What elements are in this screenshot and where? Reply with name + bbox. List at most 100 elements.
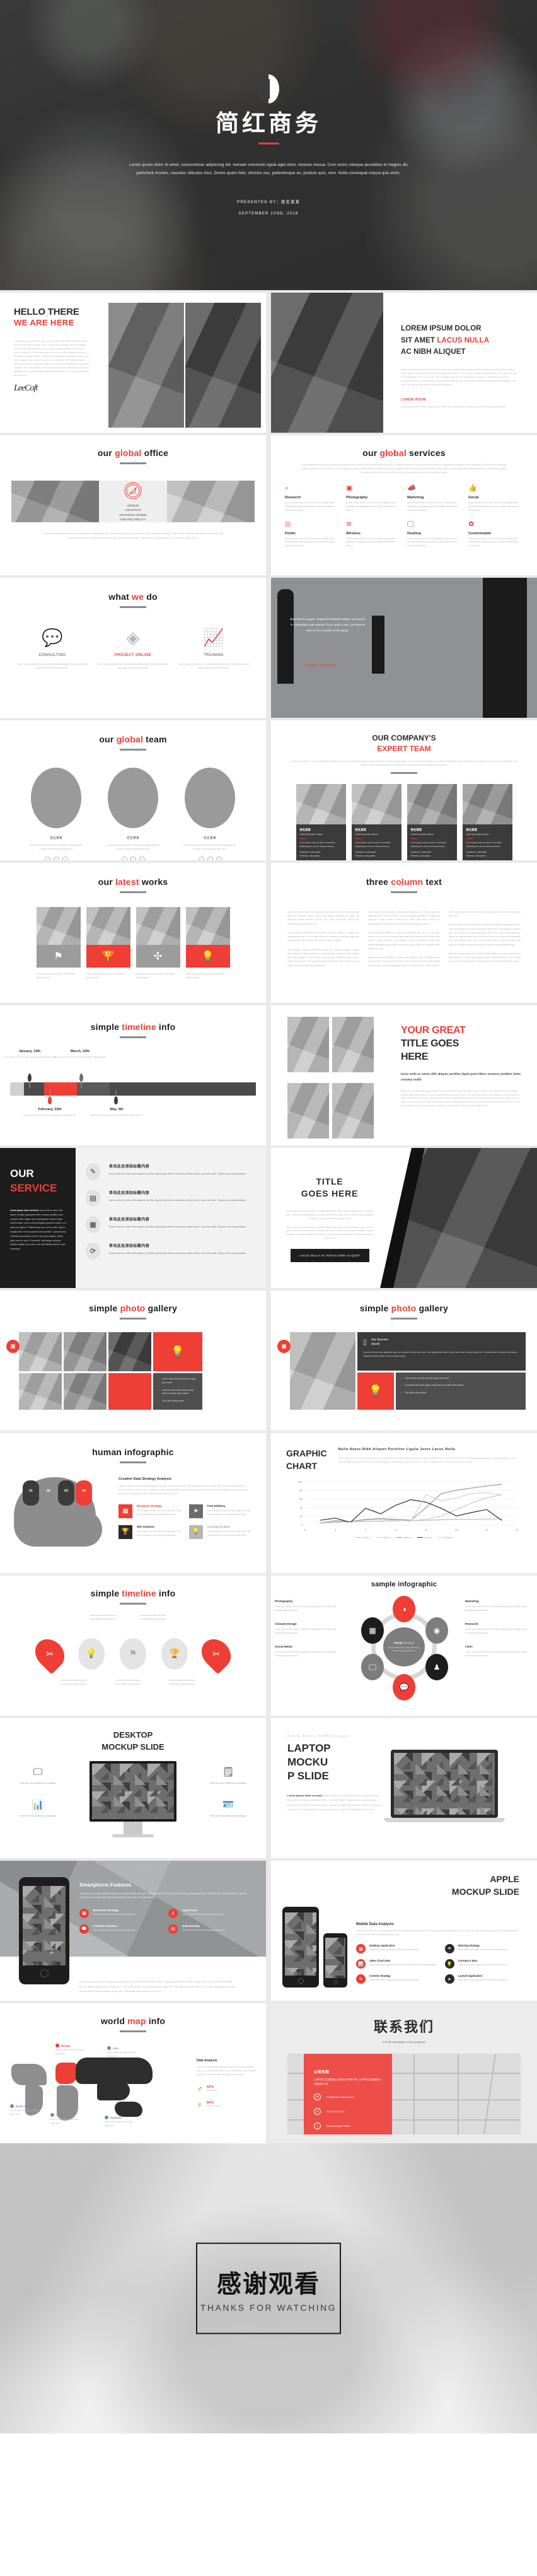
- block-desc: Lorem ipsum dolor sit amet, consectetur …: [465, 1651, 527, 1658]
- signature: LeeCoft: [14, 383, 38, 394]
- search-icon: ⌕: [285, 484, 289, 492]
- item-desc: Sugar plum muffin sugar plum bonbon bisc…: [369, 1948, 419, 1952]
- info-block: Research Lorem ipsum dolor sit amet, cons…: [465, 1622, 533, 1635]
- home-button-icon: [333, 1980, 338, 1985]
- chart-description: Lorem ipsum dolor sit amet, lacus nulla …: [338, 1457, 518, 1464]
- service-item: 👍 Social Donec at dolor netus. Fusce felis…: [468, 484, 523, 513]
- slide-row-4: our global team 姓名某某 Lorem ipsum dolor s…: [0, 718, 537, 860]
- line-chart: 0 20 40 60 80 100 0 2 4 6 8 10 12 14: [286, 1479, 522, 1535]
- card-links[interactable]: Facebook / unbounded Pinterest / unbound…: [411, 851, 453, 858]
- expert-card: 姓名某某 Chief Executive Officer Lorem ipsum d…: [351, 783, 401, 860]
- member-name: 姓名某某: [126, 836, 139, 840]
- twitter-icon[interactable]: t: [130, 856, 136, 860]
- contact-phone-row[interactable]: ✆ +123-1213-3214: [314, 2108, 382, 2116]
- gallery-photo: [19, 1373, 62, 1410]
- block-title: Marketing: [465, 1600, 479, 1603]
- contact-twitter-row[interactable]: t YourCompany-Twitter: [314, 2122, 382, 2130]
- info-block: Marketing Lorem ipsum dolor sit amet, con…: [465, 1600, 533, 1612]
- timeline2-caption: Lorem ipsum dolor sit amet, consectetuer…: [169, 1678, 195, 1686]
- contact-title: 联系我们: [373, 2019, 434, 2035]
- gallery-b-title: simple photo gallery: [359, 1303, 449, 1313]
- id-card-icon: 🪪: [222, 1800, 234, 1811]
- twitter-icon[interactable]: t: [207, 856, 213, 860]
- service-row: ⟳ 单击此处添加标题内容 lacus nulla ac netus nibh al…: [86, 1243, 250, 1260]
- row-title: 单击此处添加标题内容: [109, 1191, 150, 1195]
- slide-three-column-text: three column text Lorem ipsum dolor sit …: [271, 863, 537, 1003]
- contact-subtitle: It is the description of our progress: [383, 2040, 425, 2044]
- apple-devices: [282, 1907, 347, 1988]
- infographic-body: Liquorice chupa chups applicake apple pi…: [118, 1485, 248, 1495]
- feature-text: There are many variations of passages.: [19, 1781, 57, 1784]
- monitor-screen: [90, 1760, 176, 1822]
- thumbs-up-icon: 👍: [468, 484, 477, 492]
- timeline-event: March, 10th Lorem ipsum dolor sit amet, …: [53, 1050, 107, 1059]
- block-desc: Lorem ipsum dolor sit amet, consectetur …: [465, 1628, 527, 1635]
- card-desc: Lorem ipsum dolor sit amet, consectetur …: [355, 841, 391, 848]
- slide-your-great-title: YOUR GREAT TITLE GOES HERE lacus nulla a…: [271, 1005, 537, 1145]
- company-name: 公司名称: [314, 2071, 330, 2075]
- row-desc: lacus nulla ac netus nibh aliquet, portt…: [109, 1225, 246, 1228]
- behance-icon[interactable]: b: [216, 856, 222, 860]
- card-links[interactable]: Facebook / unbounded Pinterest / unbound…: [466, 851, 509, 858]
- feature-title: Data Backup: [182, 1924, 200, 1928]
- avatar: [31, 768, 81, 828]
- info-card: 💡 Concept & Ideas Lemon drops oat cake oat…: [189, 1525, 252, 1539]
- feature: 🗒 There are many variations of passages.: [200, 1766, 256, 1785]
- woman-icon: ♀: [197, 2099, 203, 2109]
- title-rule: [391, 771, 417, 774]
- service-name: Wireless: [346, 531, 361, 536]
- service-name: Customizable: [468, 531, 492, 536]
- paragraph: Aenean leo ligula porttitor eu consequat…: [449, 952, 521, 963]
- block-title: Research: [465, 1622, 478, 1626]
- lorem-body: Lorem ipsum dolor sit amet, lacus nulla …: [401, 368, 517, 386]
- stat-row: ♂ 42% Man Users: [197, 2085, 257, 2093]
- card-name: 姓名某某: [410, 828, 422, 831]
- card-links[interactable]: Facebook / unbounded Pinterest / unbound…: [355, 851, 398, 858]
- contact-panel: 公司名称 上海市徐汇区漕宝南业大路8座12号楼123号 上海市徐汇区漕宝南业大路…: [304, 2054, 392, 2134]
- apple-item: ☂ Winning Strategy Sugar plum muffin sugar…: [444, 1944, 526, 1954]
- contact-email-row[interactable]: ✉ mail@YourCompany.com: [314, 2093, 382, 2101]
- cta-button[interactable]: LACUS NULLA AC NETUS NIBH ALIQUET: [290, 1249, 369, 1263]
- facebook-icon[interactable]: f: [44, 856, 50, 860]
- text-column: Lorem ipsum dolor sit amet consectetuer …: [287, 910, 359, 973]
- slide-row-10: simple timeline info Lorem ipsum dolor s…: [0, 1573, 537, 1716]
- feature-title: Creative Solution: [93, 1924, 117, 1928]
- segment: 04: [76, 1480, 92, 1506]
- laptop-eyebrow: Nulla Netus Nibh Aliquet: [287, 1735, 350, 1738]
- smartphone-mockup: [19, 1877, 69, 1984]
- slide-contact-us: 联系我们 It is the description of our progre…: [271, 2003, 537, 2143]
- member-desc: Lorem ipsum dolor sit amet, consectetuer…: [29, 844, 83, 851]
- apple-body: Lemon drops oat cake oat cake sugar plum…: [356, 1929, 517, 1936]
- card-links[interactable]: Facebook / unbounded Pinterest / unbound…: [300, 851, 342, 858]
- edit-icon: ✎: [86, 1163, 100, 1180]
- service-desc: Donec at dolor netus. Fusce felis lectus…: [468, 501, 519, 512]
- facebook-icon[interactable]: f: [198, 856, 204, 860]
- success-card: ▯ Our Success Secret Liquorice chupa chup…: [357, 1332, 526, 1371]
- office-caption: UNIQUE LOGISTICS OFFERING SPEED AND RELI…: [119, 504, 147, 521]
- paragraph: Lorem ipsum dolor sit amet, consectetuer…: [368, 911, 440, 925]
- twitter-value: YourCompany-Twitter: [326, 2124, 350, 2128]
- title-rule: [120, 1461, 146, 1463]
- twitter-icon[interactable]: t: [53, 856, 59, 860]
- sample-infographic-title: sample infographic: [371, 1581, 437, 1588]
- team-member: 姓名某某 Lorem ipsum dolor sit amet, consect…: [183, 768, 237, 860]
- cover-date: SEPTEMBER 22ND, 2018: [238, 211, 299, 216]
- map-pin: Asia Lemon drops oat cake oat cake sugar…: [107, 2046, 136, 2058]
- service-name: Desktop: [407, 531, 422, 536]
- slide-laptop-mockup: Nulla Netus Nibh Aliquet LAPTOP MOCKU P SL…: [271, 1718, 537, 1858]
- behance-icon[interactable]: b: [62, 856, 68, 860]
- great-title-lead: lacus nulla ac netus nibh aliquet, portt…: [401, 1073, 522, 1082]
- what-we-do-title: what we do: [108, 592, 158, 602]
- facebook-icon[interactable]: f: [121, 856, 127, 860]
- event-date: February, 23th: [38, 1108, 62, 1111]
- expert-team-title: OUR COMPANY'S EXPERT TEAM: [372, 734, 436, 754]
- slide-row-12: Smartphone Features Liquorice chupa chup…: [0, 1858, 537, 2001]
- behance-icon[interactable]: b: [139, 856, 145, 860]
- apple-mockup-title: APPLE MOCKUP SLIDE: [451, 1874, 519, 1897]
- stat-row: ♀ 56% Women Users: [197, 2100, 257, 2109]
- apple-item: ➤ Launch Application Sugar plum muffin sug…: [444, 1974, 526, 1984]
- svg-text:12: 12: [485, 1528, 488, 1531]
- flag-icon: ⚑: [36, 945, 81, 968]
- work-caption: Lorem ipsum dolor sit amet, consectetuer…: [86, 973, 125, 980]
- wheel-hub: Social Strategy Donec at dolor netus. Fu…: [383, 1627, 425, 1666]
